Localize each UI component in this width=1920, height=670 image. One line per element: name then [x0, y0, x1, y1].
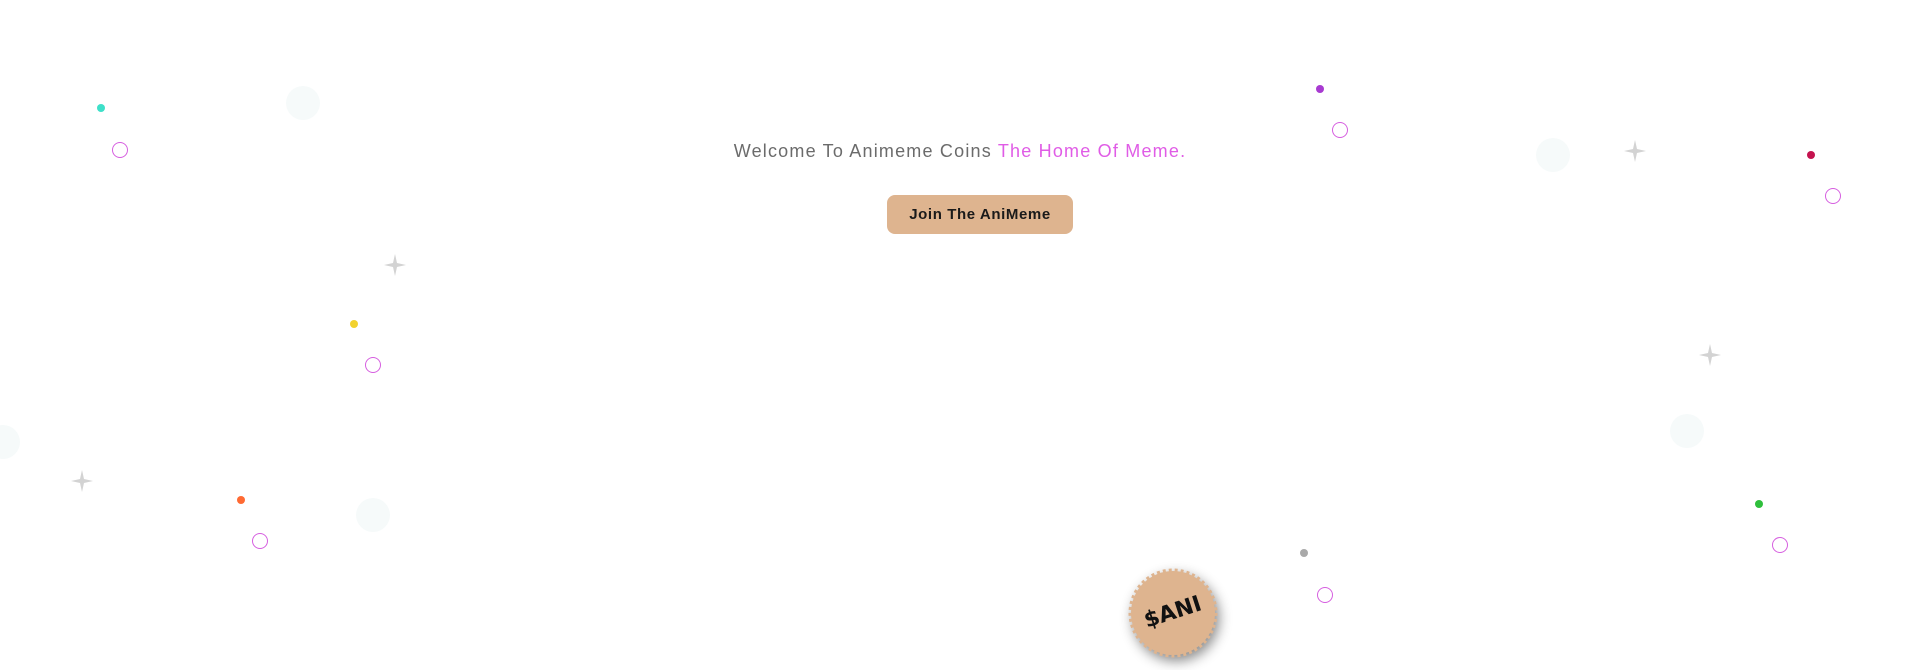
- yellow-dot: [350, 320, 358, 328]
- landing-page: Welcome To Animeme Coins The Home Of Mem…: [0, 0, 1920, 670]
- orange-dot: [237, 496, 245, 504]
- hero-accent-text: The Home Of Meme.: [997, 141, 1187, 161]
- sparkle-icon: [1699, 344, 1721, 366]
- cyan-dot: [97, 104, 105, 112]
- ring-decoration: [1772, 537, 1788, 553]
- faint-blob: [286, 86, 320, 120]
- ring-decoration: [252, 533, 268, 549]
- sparkle-icon: [71, 470, 93, 492]
- ring-decoration: [1825, 188, 1841, 204]
- hero-welcome-text: Welcome To Animeme Coins: [733, 141, 992, 161]
- ring-decoration: [1317, 587, 1333, 603]
- ring-decoration: [1332, 122, 1348, 138]
- green-dot: [1755, 500, 1763, 508]
- gray-dot: [1300, 549, 1308, 557]
- faint-blob: [0, 425, 20, 459]
- coin-badge: $ANI: [1128, 568, 1218, 658]
- purple-dot: [1316, 85, 1324, 93]
- join-animeme-button[interactable]: Join The AniMeme: [887, 195, 1073, 234]
- faint-blob: [356, 498, 390, 532]
- ring-decoration: [365, 357, 381, 373]
- faint-blob: [1670, 414, 1704, 448]
- hero-headline: Welcome To Animeme Coins The Home Of Mem…: [0, 141, 1920, 162]
- sparkle-icon: [384, 254, 406, 276]
